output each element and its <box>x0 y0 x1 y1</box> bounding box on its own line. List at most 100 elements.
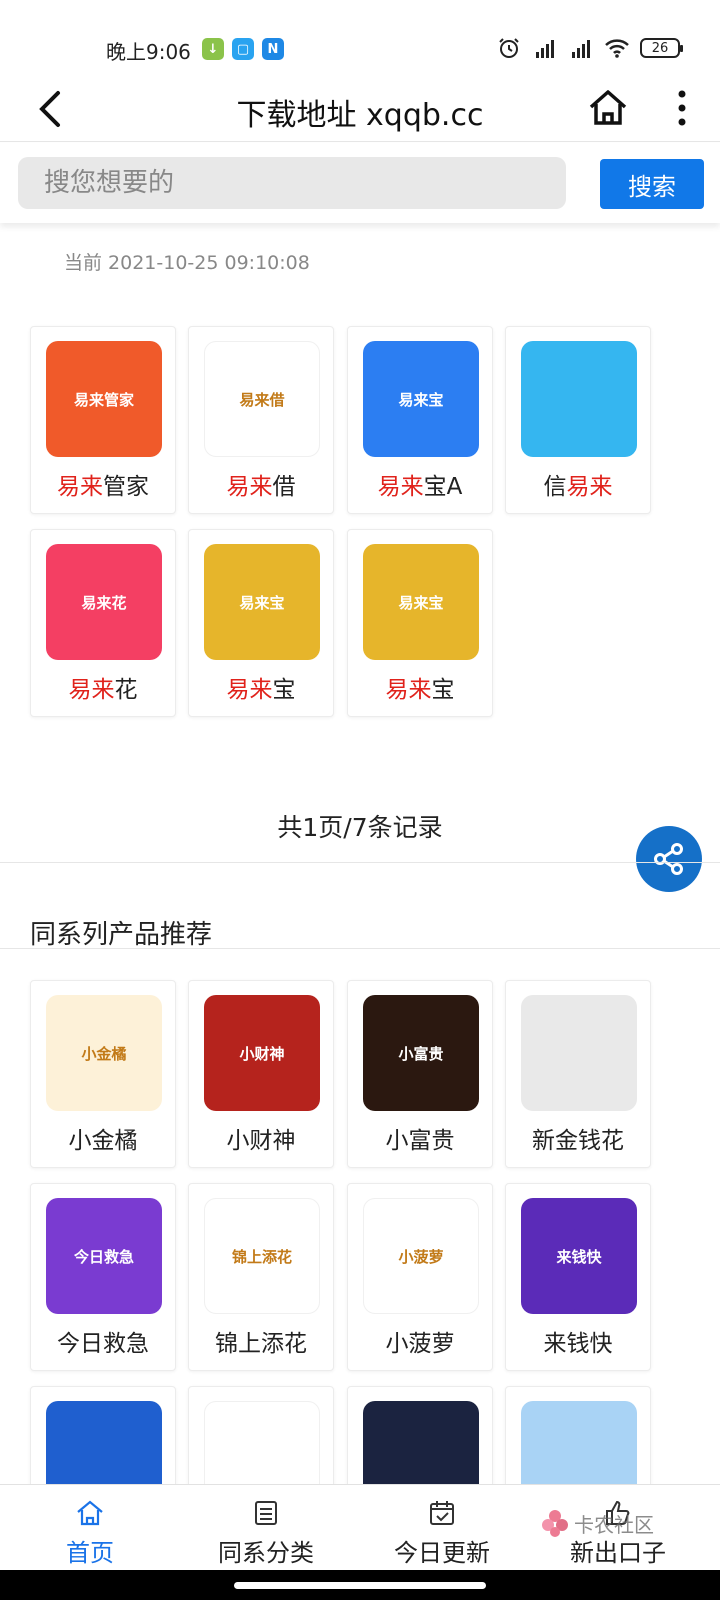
nav-label: 首页 <box>66 1539 114 1567</box>
yilai-bao-a-icon: 易来宝 <box>363 341 479 457</box>
recommended-card[interactable]: 今日救急 今日救急 <box>30 1183 176 1371</box>
recommended-card[interactable]: 新金钱花 <box>505 980 651 1168</box>
xiao-fugui-icon: 小富贵 <box>363 995 479 1111</box>
result-title-hl: 易来 <box>226 474 273 500</box>
battery-indicator: 26 <box>640 38 683 58</box>
recommended-title: 新金钱花 <box>532 1128 624 1154</box>
recommended-title: 小富贵 <box>385 1128 455 1154</box>
app-square-icon: ▢ <box>232 38 254 60</box>
xin-jinqianhua-icon <box>521 995 637 1111</box>
result-title-hl: 易来 <box>68 677 115 703</box>
nav-label: 同系分类 <box>218 1539 314 1567</box>
recommended-card[interactable]: 小财神 小财神 <box>188 980 334 1168</box>
home-icon <box>589 90 627 125</box>
signal-hd-2-icon <box>572 40 590 58</box>
result-card[interactable]: 易来宝 易来宝 <box>347 529 493 717</box>
xin-yilai-icon <box>521 341 637 457</box>
more-menu-button[interactable] <box>664 84 700 132</box>
result-card[interactable]: 易来宝易来宝A <box>347 326 493 514</box>
recommended-card[interactable]: 锦上添花 锦上添花 <box>188 1183 334 1371</box>
home-button[interactable] <box>584 84 632 132</box>
nav-label: 今日更新 <box>394 1539 490 1567</box>
icon-caption: 易来借 <box>239 390 285 409</box>
recommended-card[interactable]: 小金橘 小金橘 <box>30 980 176 1168</box>
icon-caption: 小财神 <box>239 1044 285 1063</box>
result-card[interactable]: 信易来 <box>505 326 651 514</box>
recommended-title: 来钱快 <box>543 1331 613 1357</box>
recommended-card[interactable]: 小富贵 小富贵 <box>347 980 493 1168</box>
result-title: 易来花 <box>31 670 175 704</box>
result-title-hl: 易来 <box>566 474 613 500</box>
icon-caption: 易来宝 <box>239 593 285 612</box>
signal-hd-icon <box>536 40 554 58</box>
download-icon: ↓ <box>202 38 224 60</box>
result-title-post: 宝A <box>423 474 463 500</box>
result-title: 易来宝A <box>348 467 492 501</box>
icon-caption: 小金橘 <box>81 1044 127 1063</box>
result-title: 易来宝 <box>348 670 492 704</box>
watermark-text: 卡农社区 <box>574 1512 654 1537</box>
watermark: 卡农社区 <box>540 1508 654 1538</box>
nav-item-list[interactable]: 同系分类 <box>176 1485 356 1571</box>
status-bar: 晚上9:06 ↓ ▢ N 26 <box>0 0 720 80</box>
nav-item-calendar[interactable]: 今日更新 <box>352 1485 532 1571</box>
result-title-post: 借 <box>272 474 296 500</box>
recommended-card[interactable]: 来钱快 来钱快 <box>505 1183 651 1371</box>
result-card[interactable]: 易来花 易来花 <box>30 529 176 717</box>
divider <box>0 862 720 863</box>
result-title-hl: 易来 <box>57 474 103 500</box>
share-button[interactable] <box>636 826 702 892</box>
home-gesture-bar[interactable] <box>234 1582 486 1589</box>
search-bar: 搜索 <box>0 143 720 223</box>
result-card[interactable]: 易来宝 易来宝 <box>188 529 334 717</box>
xiao-caishen-icon: 小财神 <box>204 995 320 1111</box>
xiao-jinju-icon: 小金橘 <box>46 995 162 1111</box>
pagination-summary: 共1页/7条记录 <box>277 813 443 842</box>
recommended-title: 小金橘 <box>68 1128 138 1154</box>
flower-logo-icon <box>542 1510 568 1537</box>
calendar-icon <box>424 1497 460 1529</box>
home-icon <box>72 1497 108 1529</box>
result-title: 易来借 <box>189 467 333 501</box>
lai-qian-kuai-icon: 来钱快 <box>521 1198 637 1314</box>
list-icon <box>248 1497 284 1529</box>
search-button[interactable]: 搜索 <box>600 159 704 209</box>
icon-caption: 小富贵 <box>398 1044 444 1063</box>
section-title: 同系列产品推荐 <box>30 920 213 950</box>
status-time: 晚上9:06 <box>106 40 191 64</box>
result-title-hl: 易来 <box>377 474 424 500</box>
current-timestamp: 当前 2021-10-25 09:10:08 <box>64 252 310 274</box>
page-header: 下载地址 xqqb.cc <box>0 78 720 142</box>
more-vertical-icon <box>678 90 686 126</box>
recommended-title: 小财神 <box>226 1128 296 1154</box>
alarm-icon <box>499 38 519 58</box>
icon-caption: 小菠萝 <box>398 1247 444 1266</box>
gesture-area <box>0 1570 720 1600</box>
status-indicators: 26 <box>496 36 683 60</box>
icon-caption: 易来管家 <box>73 390 134 409</box>
result-title-pre: 信 <box>543 474 567 500</box>
icon-caption: 易来宝 <box>398 390 444 409</box>
yilai-hua-icon: 易来花 <box>46 544 162 660</box>
status-app-icons: ↓ ▢ N <box>202 38 284 60</box>
icon-caption: 来钱快 <box>556 1247 602 1266</box>
wifi-icon <box>605 39 629 58</box>
icon-caption: 锦上添花 <box>231 1247 292 1266</box>
search-input[interactable] <box>18 157 566 209</box>
divider <box>0 948 720 949</box>
yilai-jie-icon: 易来借 <box>204 341 320 457</box>
share-icon <box>654 843 683 875</box>
result-title-hl: 易来 <box>385 677 432 703</box>
nav-item-home[interactable]: 首页 <box>0 1485 180 1571</box>
result-title-post: 宝 <box>431 677 455 703</box>
icon-caption: 易来花 <box>81 593 127 612</box>
result-title: 易来宝 <box>189 670 333 704</box>
icon-caption: 易来宝 <box>398 593 444 612</box>
recommended-card[interactable]: 小菠萝 小菠萝 <box>347 1183 493 1371</box>
result-card[interactable]: 易来管家 易来管家 <box>30 326 176 514</box>
result-title: 信易来 <box>506 467 650 501</box>
xiao-boluo-icon: 小菠萝 <box>363 1198 479 1314</box>
jinshang-tianhua-icon: 锦上添花 <box>204 1198 320 1314</box>
yilai-bao-gold-2-icon: 易来宝 <box>363 544 479 660</box>
result-card[interactable]: 易来借 易来借 <box>188 326 334 514</box>
